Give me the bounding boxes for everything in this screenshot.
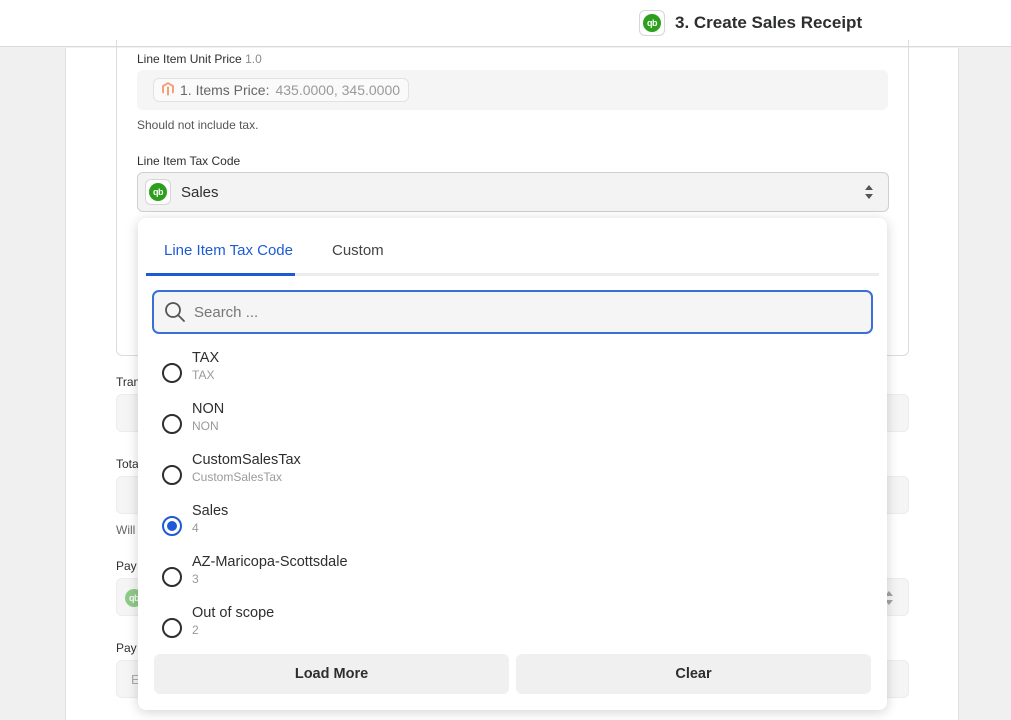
option-out-of-scope[interactable]: Out of scope 2 — [160, 605, 860, 653]
unit-price-pill-prefix: 1. Items Price: — [180, 82, 270, 98]
unit-price-pill-value: 435.0000, 345.0000 — [275, 82, 401, 98]
tax-code-dropdown: Line Item Tax Code Custom TAX TAX NON NO… — [138, 218, 887, 710]
option-label: CustomSalesTax — [192, 452, 301, 468]
option-sublabel: 2 — [192, 623, 199, 637]
radio-customsalestax[interactable] — [162, 465, 182, 485]
bg-label-will: Will — [116, 523, 136, 537]
radio-out-of-scope[interactable] — [162, 618, 182, 638]
quickbooks-icon: qb — [639, 10, 665, 36]
unit-price-version: 1.0 — [245, 52, 262, 66]
option-customsalestax[interactable]: CustomSalesTax CustomSalesTax — [160, 452, 860, 500]
tax-code-label: Line Item Tax Code — [137, 154, 241, 168]
search-icon — [165, 302, 185, 322]
option-label: TAX — [192, 350, 220, 366]
bg-label-tota: Tota — [116, 457, 139, 471]
bg-label-pay-1: Pay — [116, 559, 137, 573]
dropdown-tabs: Line Item Tax Code Custom — [146, 234, 879, 276]
unit-price-label: Line Item Unit Price 1.0 — [137, 52, 262, 66]
radio-non[interactable] — [162, 414, 182, 434]
radio-tax[interactable] — [162, 363, 182, 383]
bg-label-tran: Tran — [116, 375, 141, 389]
option-label: Out of scope — [192, 605, 275, 621]
tab-custom[interactable]: Custom — [322, 242, 394, 259]
option-sublabel: 3 — [192, 572, 199, 586]
option-non[interactable]: NON NON — [160, 401, 860, 449]
option-label: Sales — [192, 503, 229, 519]
quickbooks-icon: qb — [145, 179, 171, 205]
unit-price-mapped-pill[interactable]: 1. Items Price: 435.0000, 345.0000 — [153, 78, 410, 102]
tax-code-select[interactable]: qb Sales — [137, 172, 889, 212]
option-sublabel: NON — [192, 419, 219, 433]
option-sales[interactable]: Sales 4 — [160, 503, 860, 551]
option-tax[interactable]: TAX TAX — [160, 350, 860, 398]
magento-icon — [162, 81, 174, 99]
load-more-button[interactable]: Load More — [154, 654, 509, 694]
bg-label-pay-2: Pay — [116, 641, 137, 655]
unit-price-help: Should not include tax. — [137, 118, 259, 132]
option-az-maricopa-scottsdale[interactable]: AZ-Maricopa-Scottsdale 3 — [160, 554, 860, 602]
active-tab-indicator — [146, 273, 295, 276]
radio-sales-selected[interactable] — [162, 516, 182, 536]
option-sublabel: CustomSalesTax — [192, 470, 283, 484]
select-arrows-icon — [865, 185, 873, 199]
search-box[interactable] — [152, 290, 873, 334]
option-label: AZ-Maricopa-Scottsdale — [192, 554, 348, 570]
tax-code-selected-value: Sales — [181, 183, 219, 201]
step-title-group: qb 3. Create Sales Receipt — [639, 10, 863, 36]
search-input[interactable] — [194, 303, 794, 321]
unit-price-field[interactable]: 1. Items Price: 435.0000, 345.0000 — [137, 70, 888, 110]
option-sublabel: 4 — [192, 521, 199, 535]
clear-button[interactable]: Clear — [516, 654, 871, 694]
step-title: 3. Create Sales Receipt — [675, 13, 863, 32]
tab-line-item-tax-code[interactable]: Line Item Tax Code — [154, 242, 303, 259]
option-label: NON — [192, 401, 225, 417]
option-sublabel: TAX — [192, 368, 215, 382]
radio-az-maricopa-scottsdale[interactable] — [162, 567, 182, 587]
